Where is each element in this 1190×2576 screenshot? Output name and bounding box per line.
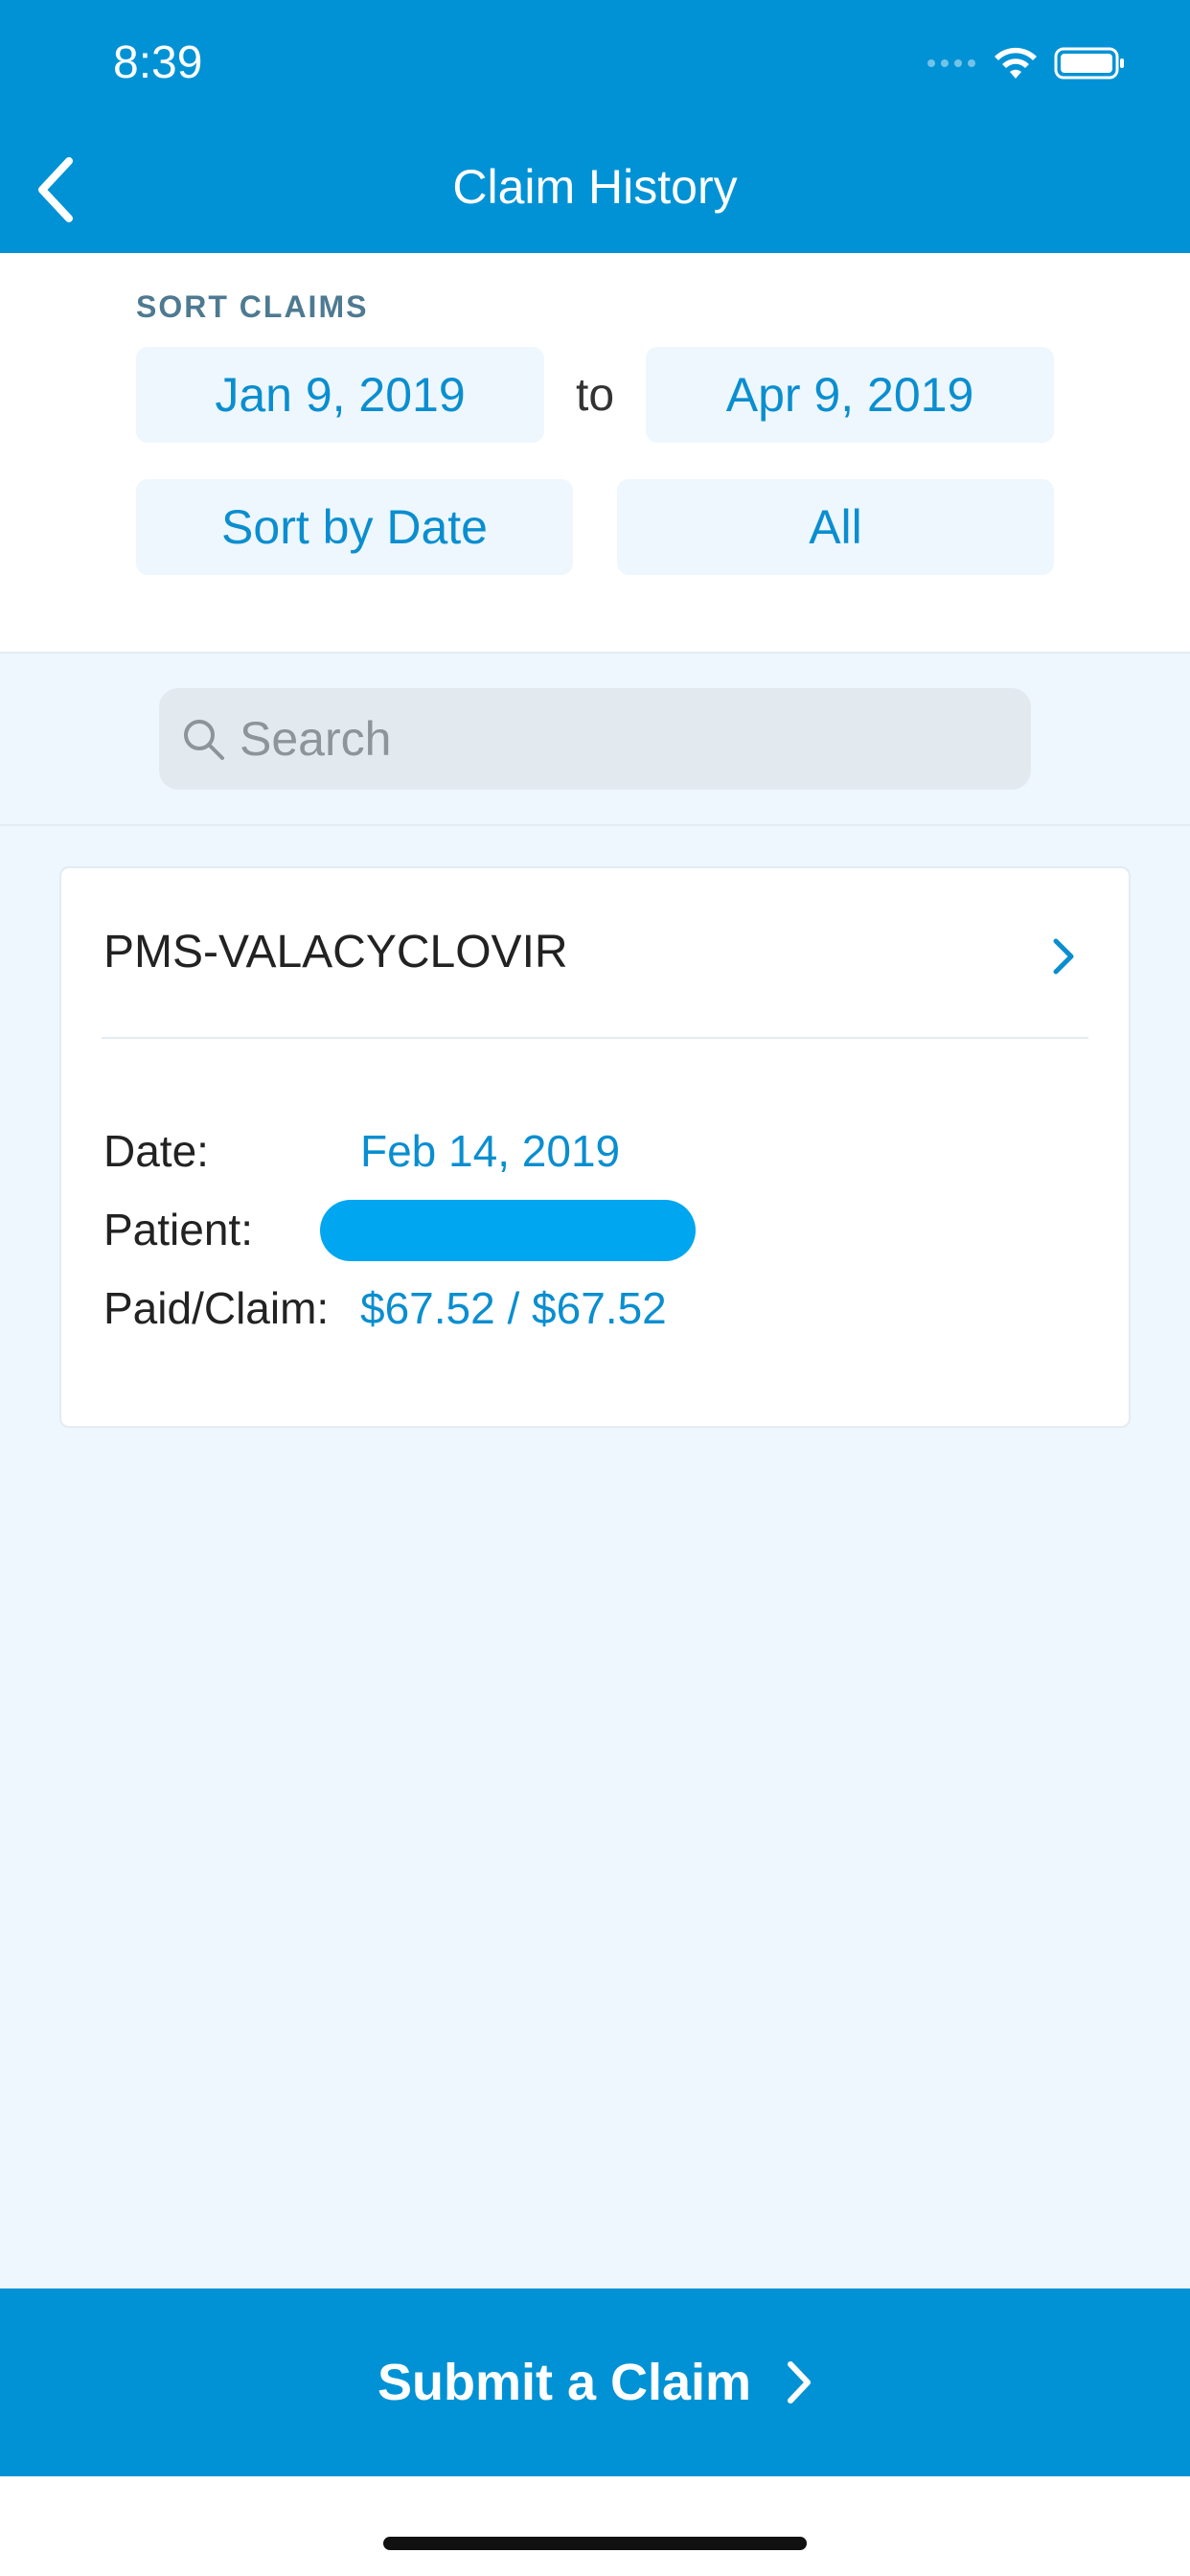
home-indicator[interactable] xyxy=(383,2537,807,2550)
filter-button[interactable]: All xyxy=(617,479,1054,575)
app-header: 8:39 Claim History xyxy=(0,0,1190,253)
search-input[interactable] xyxy=(240,711,987,767)
card-divider xyxy=(102,1037,1088,1039)
status-icons xyxy=(927,44,1127,82)
claim-date: Feb 14, 2019 xyxy=(360,1126,621,1176)
paid-claim-label: Paid/Claim: xyxy=(103,1283,330,1333)
wifi-icon xyxy=(995,47,1037,79)
search-icon xyxy=(184,720,224,760)
page-title: Claim History xyxy=(452,160,738,214)
submit-claim-label: Submit a Claim xyxy=(377,2354,752,2411)
chevron-right-icon xyxy=(788,2361,812,2404)
date-label: Date: xyxy=(103,1126,209,1176)
chevron-right-icon[interactable] xyxy=(1052,937,1075,976)
cellular-signal-icon xyxy=(927,59,975,67)
start-date-button[interactable]: Jan 9, 2019 xyxy=(136,347,544,443)
paid-claim-amount: $67.52 / $67.52 xyxy=(360,1283,667,1333)
submit-claim-button[interactable]: Submit a Claim xyxy=(0,2288,1190,2476)
sort-by-button[interactable]: Sort by Date xyxy=(136,479,573,575)
sort-claims-label: SORT CLAIMS xyxy=(136,289,369,324)
end-date-button[interactable]: Apr 9, 2019 xyxy=(646,347,1054,443)
sort-panel: SORT CLAIMS Jan 9, 2019 to Apr 9, 2019 S… xyxy=(0,253,1190,654)
date-range-separator: to xyxy=(575,369,615,421)
claim-drug-name: PMS-VALACYCLOVIR xyxy=(103,927,568,978)
bottom-safe-area xyxy=(0,2476,1190,2576)
search-bar[interactable] xyxy=(159,688,1031,790)
search-strip xyxy=(0,654,1190,826)
status-time: 8:39 xyxy=(113,37,203,88)
claim-card[interactable]: PMS-VALACYCLOVIR Date: Feb 14, 2019 Pati… xyxy=(59,866,1131,1428)
patient-label: Patient: xyxy=(103,1205,253,1254)
patient-name-redacted xyxy=(320,1200,696,1261)
battery-icon xyxy=(1054,47,1124,80)
